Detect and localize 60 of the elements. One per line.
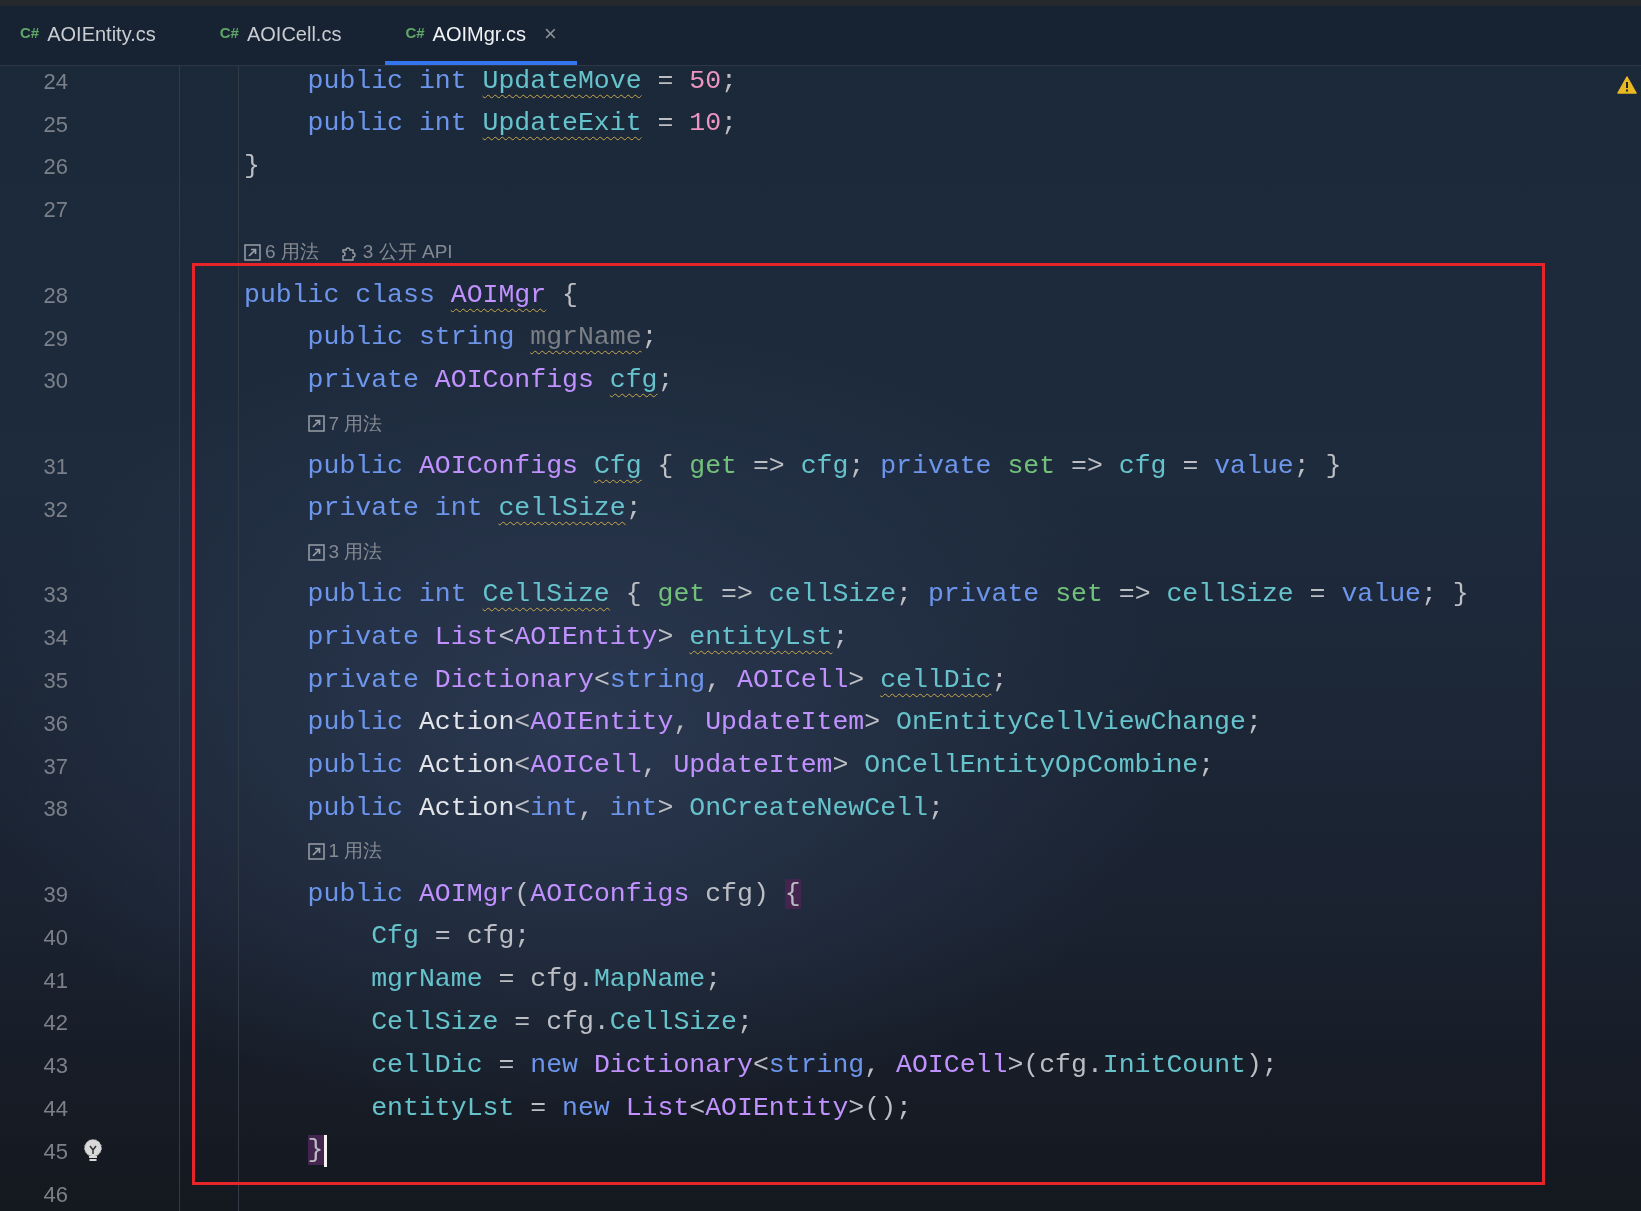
- line-number: 33: [42, 581, 68, 610]
- line-number: 35: [42, 667, 68, 696]
- code-line: CellSize = cfg.CellSize;: [371, 1006, 753, 1040]
- line-number: 39: [42, 881, 68, 910]
- code-line: cellDic = new Dictionary<string, AOICell>(cfg.InitCount);: [371, 1048, 1278, 1082]
- file-tab[interactable]: C# AOIEntity.cs: [0, 6, 176, 65]
- line-number: 43: [42, 1052, 68, 1081]
- line-number: 41: [42, 966, 68, 995]
- arrow-square-icon: [244, 244, 261, 262]
- code-line: Cfg = cfg;: [371, 920, 531, 954]
- code-line: public int CellSize { get => cellSize; private set => cellSize = value; }: [307, 578, 1469, 612]
- line-number: 25: [42, 110, 68, 139]
- line-number: 40: [42, 923, 68, 952]
- line-number: 29: [42, 324, 68, 353]
- line-number: 32: [42, 495, 68, 524]
- code-line: mgrName = cfg.MapName;: [371, 963, 722, 997]
- usage-hint[interactable]: 3 公开 API: [362, 238, 453, 267]
- arrow-square-icon: [307, 843, 325, 861]
- csharp-file-icon: C#: [20, 22, 40, 45]
- file-tab[interactable]: C# AOICell.cs: [199, 6, 362, 65]
- usage-hint[interactable]: 6 用法: [265, 238, 319, 267]
- code-line: }: [244, 150, 260, 184]
- usage-hint[interactable]: 7 用法: [328, 409, 383, 438]
- code-line: public Action<int, int> OnCreateNewCell;: [307, 792, 944, 826]
- code-line: private AOIConfigs cfg;: [307, 364, 674, 398]
- puzzle-icon: [340, 244, 359, 262]
- line-number: 42: [42, 1009, 68, 1038]
- usage-hint[interactable]: 3 用法: [328, 537, 383, 567]
- code-line: public int UpdateExit = 10;: [307, 107, 737, 141]
- code-line: public string mgrName;: [307, 321, 658, 355]
- code-line: public Action<AOIEntity, UpdateItem> OnEntityCellViewChange;: [307, 706, 1262, 740]
- arrow-square-icon: [307, 543, 325, 561]
- csharp-file-icon: C#: [405, 22, 425, 45]
- line-number: 38: [42, 795, 68, 824]
- line-number: 28: [42, 281, 68, 310]
- code-line: public int UpdateMove = 50;: [307, 66, 737, 98]
- line-number: 24: [42, 67, 68, 96]
- csharp-file-icon: C#: [219, 22, 239, 45]
- code-line: public AOIConfigs Cfg { get => cfg; private set => cfg = value; }: [307, 449, 1342, 483]
- line-number: 34: [42, 624, 68, 653]
- usage-hint[interactable]: 1 用法: [328, 837, 383, 866]
- code-line: public class AOIMgr {: [244, 278, 578, 312]
- line-number: 45: [42, 1137, 68, 1166]
- code-line: private int cellSize;: [307, 492, 642, 526]
- line-number: 30: [42, 367, 68, 396]
- code-line: private List<AOIEntity> entityLst;: [307, 620, 849, 654]
- warning-icon[interactable]: [1617, 76, 1637, 94]
- line-number: 37: [42, 752, 68, 781]
- code-line: private Dictionary<string, AOICell> cellDic;: [307, 663, 1008, 697]
- close-icon[interactable]: ×: [543, 17, 557, 50]
- arrow-square-icon: [307, 415, 325, 433]
- code-line: entityLst = new List<AOIEntity>();: [371, 1091, 912, 1125]
- line-number: 31: [42, 453, 68, 482]
- line-number: 44: [42, 1095, 68, 1123]
- code-line: public AOIMgr(AOIConfigs cfg) {: [307, 877, 801, 911]
- line-number: 36: [42, 709, 68, 738]
- line-number: 27: [42, 196, 68, 225]
- code-line: public Action<AOICell, UpdateItem> OnCellEntityOpCombine;: [307, 749, 1215, 783]
- line-number: 46: [42, 1180, 68, 1209]
- line-number: 26: [42, 153, 68, 182]
